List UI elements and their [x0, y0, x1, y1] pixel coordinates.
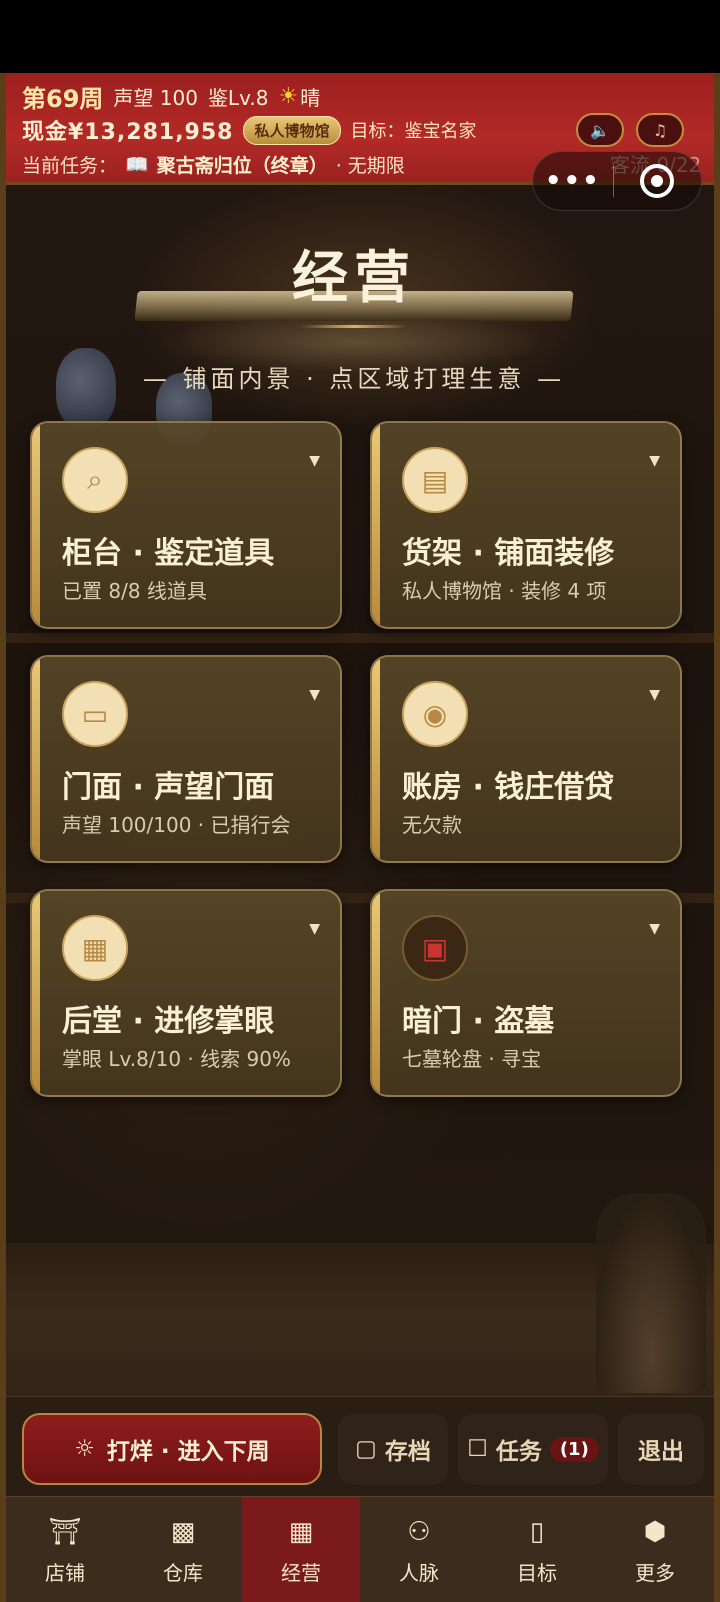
- card-subtitle: 声望 100/100 · 已捐行会: [62, 813, 291, 837]
- shop-icon: ⛩: [48, 1516, 82, 1547]
- sun-icon: ☀: [278, 83, 299, 109]
- shop-badge: 私人博物馆: [243, 115, 341, 145]
- music-button[interactable]: ♫: [636, 113, 684, 147]
- chevron-down-icon: ▼: [309, 687, 320, 703]
- title-underline: [301, 325, 407, 328]
- card-accounts[interactable]: ◉ ▼ 账房 · 钱庄借贷 无欠款: [370, 655, 682, 863]
- chevron-down-icon: ▼: [649, 453, 660, 469]
- tab-shop[interactable]: ⛩ 店铺: [6, 1497, 124, 1602]
- card-secret-door[interactable]: ▣ ▼ 暗门 · 盗墓 七墓轮盘 · 寻宝: [370, 889, 682, 1097]
- tasks-button[interactable]: ☐ 任务 (1): [458, 1413, 608, 1485]
- card-title: 货架 · 铺面装修: [402, 536, 615, 571]
- magnifier-icon: ⌕: [62, 447, 128, 513]
- tab-warehouse[interactable]: ▩ 仓库: [124, 1497, 242, 1602]
- appraisal-level: 鉴Lv.8: [207, 85, 269, 110]
- exit-button[interactable]: 退出: [618, 1413, 704, 1485]
- mini-program-capsule: •••: [532, 151, 702, 211]
- map-icon: ▦: [62, 915, 128, 981]
- card-subtitle: 掌眼 Lv.8/10 · 线索 90%: [62, 1047, 291, 1071]
- shelf-line: [6, 633, 714, 643]
- tab-business[interactable]: ▦ 经营: [242, 1497, 360, 1602]
- card-title: 暗门 · 盗墓: [402, 1004, 555, 1039]
- people-icon: ⚇: [407, 1516, 431, 1547]
- card-subtitle: 已置 8/8 线道具: [62, 579, 207, 603]
- card-shelf[interactable]: ▤ ▼ 货架 · 铺面装修 私人博物馆 · 装修 4 项: [370, 421, 682, 629]
- scroll-icon: ▭: [62, 681, 128, 747]
- chevron-down-icon: ▼: [309, 453, 320, 469]
- tab-contacts[interactable]: ⚇ 人脉: [360, 1497, 478, 1602]
- more-icon: ⬢: [643, 1516, 667, 1547]
- next-week-label: 打烊 · 进入下周: [106, 1439, 270, 1465]
- tab-label: 更多: [635, 1560, 675, 1585]
- target-icon: [640, 164, 675, 198]
- week-label: 第69周: [22, 84, 104, 113]
- warehouse-icon: ▩: [170, 1516, 196, 1547]
- tab-label: 目标: [517, 1560, 557, 1585]
- action-bar: ☼ 打烊 · 进入下周 ▢ 存档 ☐ 任务 (1) 退出: [6, 1396, 714, 1496]
- task-icon: ☐: [467, 1436, 488, 1462]
- tab-label: 店铺: [45, 1560, 85, 1585]
- tasks-label: 任务: [495, 1439, 542, 1465]
- page-title: 经营: [292, 245, 416, 311]
- sun-icon: ☼: [74, 1436, 95, 1462]
- chevron-down-icon: ▼: [649, 921, 660, 937]
- scroll-target-icon: ▯: [529, 1516, 545, 1547]
- goal-label: 目标：鉴宝名家: [350, 121, 477, 142]
- tab-more[interactable]: ⬢ 更多: [596, 1497, 714, 1602]
- shelf-icon: ▤: [402, 447, 468, 513]
- more-dots-icon[interactable]: •••: [533, 166, 613, 196]
- card-subtitle: 七墓轮盘 · 寻宝: [402, 1047, 542, 1071]
- close-capsule-button[interactable]: [614, 164, 701, 198]
- music-icon: ♫: [652, 120, 668, 140]
- card-title: 账房 · 钱庄借贷: [402, 770, 615, 805]
- tasks-count-badge: (1): [549, 1436, 599, 1462]
- card-subtitle: 私人博物馆 · 装修 4 项: [402, 579, 607, 603]
- treasure-chest-icon: ▣: [402, 915, 468, 981]
- tab-goals[interactable]: ▯ 目标: [478, 1497, 596, 1602]
- card-title: 后堂 · 进修掌眼: [62, 1004, 275, 1039]
- lampstand: [596, 1193, 706, 1393]
- speaker-icon: 🔈: [590, 120, 610, 140]
- task-deadline: · 无期限: [335, 154, 405, 177]
- next-week-button[interactable]: ☼ 打烊 · 进入下周: [22, 1413, 322, 1485]
- chevron-down-icon: ▼: [309, 921, 320, 937]
- card-storefront[interactable]: ▭ ▼ 门面 · 声望门面 声望 100/100 · 已捐行会: [30, 655, 342, 863]
- status-bar: [0, 0, 720, 73]
- sound-button[interactable]: 🔈: [576, 113, 624, 147]
- chevron-down-icon: ▼: [649, 687, 660, 703]
- page-subtitle: — 铺面内景 · 点区域打理生意 —: [142, 365, 566, 393]
- floppy-icon: ▢: [355, 1436, 377, 1462]
- task-prefix: 当前任务：: [22, 154, 118, 177]
- bottom-tab-bar: ⛩ 店铺 ▩ 仓库 ▦ 经营 ⚇ 人脉 ▯ 目标 ⬢ 更多: [6, 1496, 714, 1602]
- tab-label: 人脉: [399, 1560, 439, 1585]
- weather-label: 晴: [300, 85, 321, 110]
- cash-label: 现金¥13,281,958: [22, 120, 234, 145]
- abacus-icon: ▦: [288, 1516, 314, 1547]
- card-title: 门面 · 声望门面: [62, 770, 275, 805]
- app-frame: 第69周 声望 100 鉴Lv.8 ☀ 晴 现金¥13,281,958 私人博物…: [0, 73, 720, 1602]
- save-label: 存档: [384, 1439, 431, 1465]
- exit-label: 退出: [638, 1439, 684, 1465]
- save-button[interactable]: ▢ 存档: [338, 1413, 448, 1485]
- book-icon: 📖: [125, 153, 149, 176]
- card-backhall[interactable]: ▦ ▼ 后堂 · 进修掌眼 掌眼 Lv.8/10 · 线索 90%: [30, 889, 342, 1097]
- card-subtitle: 无欠款: [402, 813, 462, 837]
- task-name[interactable]: 聚古斋归位（终章）: [157, 151, 328, 178]
- reputation-label: 声望 100: [113, 85, 198, 110]
- money-bag-icon: ◉: [402, 681, 468, 747]
- tab-label: 仓库: [163, 1560, 203, 1585]
- card-counter[interactable]: ⌕ ▼ 柜台 · 鉴定道具 已置 8/8 线道具: [30, 421, 342, 629]
- card-title: 柜台 · 鉴定道具: [62, 536, 275, 571]
- tab-label: 经营: [281, 1560, 321, 1585]
